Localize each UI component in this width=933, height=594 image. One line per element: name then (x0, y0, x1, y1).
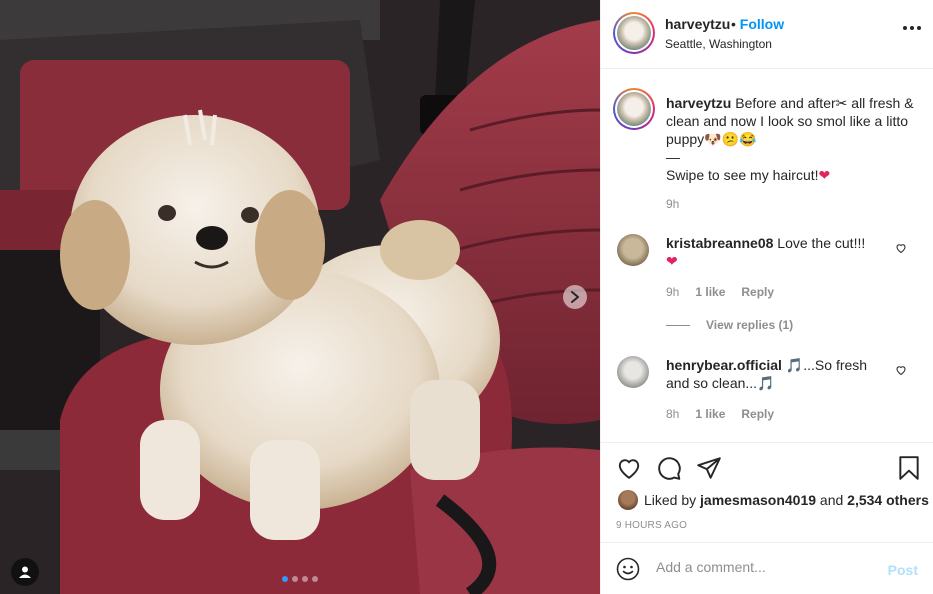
comment-username[interactable]: henrybear.official (666, 357, 782, 373)
like-comment-heart-icon[interactable] (895, 364, 907, 376)
carousel-dot (292, 576, 298, 582)
comment-likes[interactable]: 1 like (695, 407, 725, 421)
save-bookmark-icon[interactable] (896, 455, 922, 481)
caption-dash: — (666, 149, 680, 165)
carousel-dot (282, 576, 288, 582)
comment-likes[interactable]: 1 like (695, 285, 725, 299)
post-actions: Liked by jamesmason4019 and 2,534 others… (601, 442, 933, 542)
comment-meta: 9h 1 like Reply (666, 285, 774, 299)
comment-text: kristabreanne08 Love the cut!!! ❤ (666, 234, 886, 270)
caption-emojis: 🐶😕😂 (704, 131, 757, 147)
post-caption: harveytzu Before and after✂ all fresh & … (666, 94, 916, 184)
post-details-panel: harveytzu • Follow Seattle, Washington h… (600, 0, 933, 594)
caption-text-part1: Before and after (731, 95, 836, 111)
view-replies-button[interactable]: View replies (1) (666, 318, 793, 332)
share-paper-plane-icon[interactable] (696, 455, 722, 481)
caption-author-avatar[interactable] (613, 88, 655, 130)
heart-emoji: ❤ (818, 167, 831, 183)
comments-section[interactable]: harveytzu Before and after✂ all fresh & … (601, 70, 933, 442)
add-comment-bar: Post (601, 542, 933, 594)
post-photo[interactable] (0, 0, 600, 594)
comment-username[interactable]: kristabreanne08 (666, 235, 773, 251)
view-replies-label: View replies (1) (706, 318, 794, 332)
user-icon (19, 566, 31, 578)
author-avatar[interactable] (613, 12, 655, 54)
post-timestamp[interactable]: 9 HOURS AGO (616, 520, 687, 531)
comment-input[interactable] (656, 559, 876, 575)
post-header: harveytzu • Follow Seattle, Washington (601, 0, 933, 69)
comment-bubble-icon[interactable] (656, 455, 682, 481)
tagged-users-button[interactable] (11, 558, 39, 586)
comment-body: Love the cut!!! (773, 235, 866, 251)
comment-meta: 8h 1 like Reply (666, 407, 774, 421)
liker-avatar[interactable] (618, 490, 638, 510)
separator-bullet: • (731, 16, 736, 32)
post-location[interactable]: Seattle, Washington (665, 37, 772, 51)
heart-emoji: ❤ (666, 253, 678, 269)
scissors-emoji: ✂ (835, 95, 848, 111)
music-note-emoji: 🎵 (785, 357, 804, 373)
comment-reply-button[interactable]: Reply (741, 407, 774, 421)
dog-photo-image (0, 0, 600, 594)
carousel-dot (302, 576, 308, 582)
caption-username[interactable]: harveytzu (666, 95, 731, 111)
emoji-picker-icon[interactable] (616, 557, 640, 581)
likes-count[interactable]: 2,534 others (847, 492, 929, 508)
caption-time[interactable]: 9h (666, 197, 679, 211)
commenter-avatar[interactable] (617, 356, 649, 388)
carousel-indicator (282, 576, 318, 582)
caption-swipe-text: Swipe to see my haircut! (666, 167, 819, 183)
like-comment-heart-icon[interactable] (895, 242, 907, 254)
liker-username[interactable]: jamesmason4019 (700, 492, 816, 508)
chevron-right-icon (571, 291, 579, 303)
music-note-emoji: 🎵 (757, 375, 775, 391)
follow-group: • Follow (731, 16, 784, 32)
comment-reply-button[interactable]: Reply (741, 285, 774, 299)
next-photo-button[interactable] (563, 285, 587, 309)
follow-button[interactable]: Follow (740, 16, 784, 32)
author-username[interactable]: harveytzu (665, 16, 730, 32)
likes-summary: Liked by jamesmason4019 and 2,534 others (618, 490, 929, 510)
comment-time[interactable]: 9h (666, 285, 679, 299)
comment-text: henrybear.official 🎵...So fresh and so c… (666, 356, 886, 392)
commenter-avatar[interactable] (617, 234, 649, 266)
comment-time[interactable]: 8h (666, 407, 679, 421)
more-options-icon[interactable] (903, 26, 921, 30)
post-comment-button[interactable]: Post (888, 562, 918, 578)
like-heart-icon[interactable] (616, 455, 642, 481)
carousel-dot (312, 576, 318, 582)
